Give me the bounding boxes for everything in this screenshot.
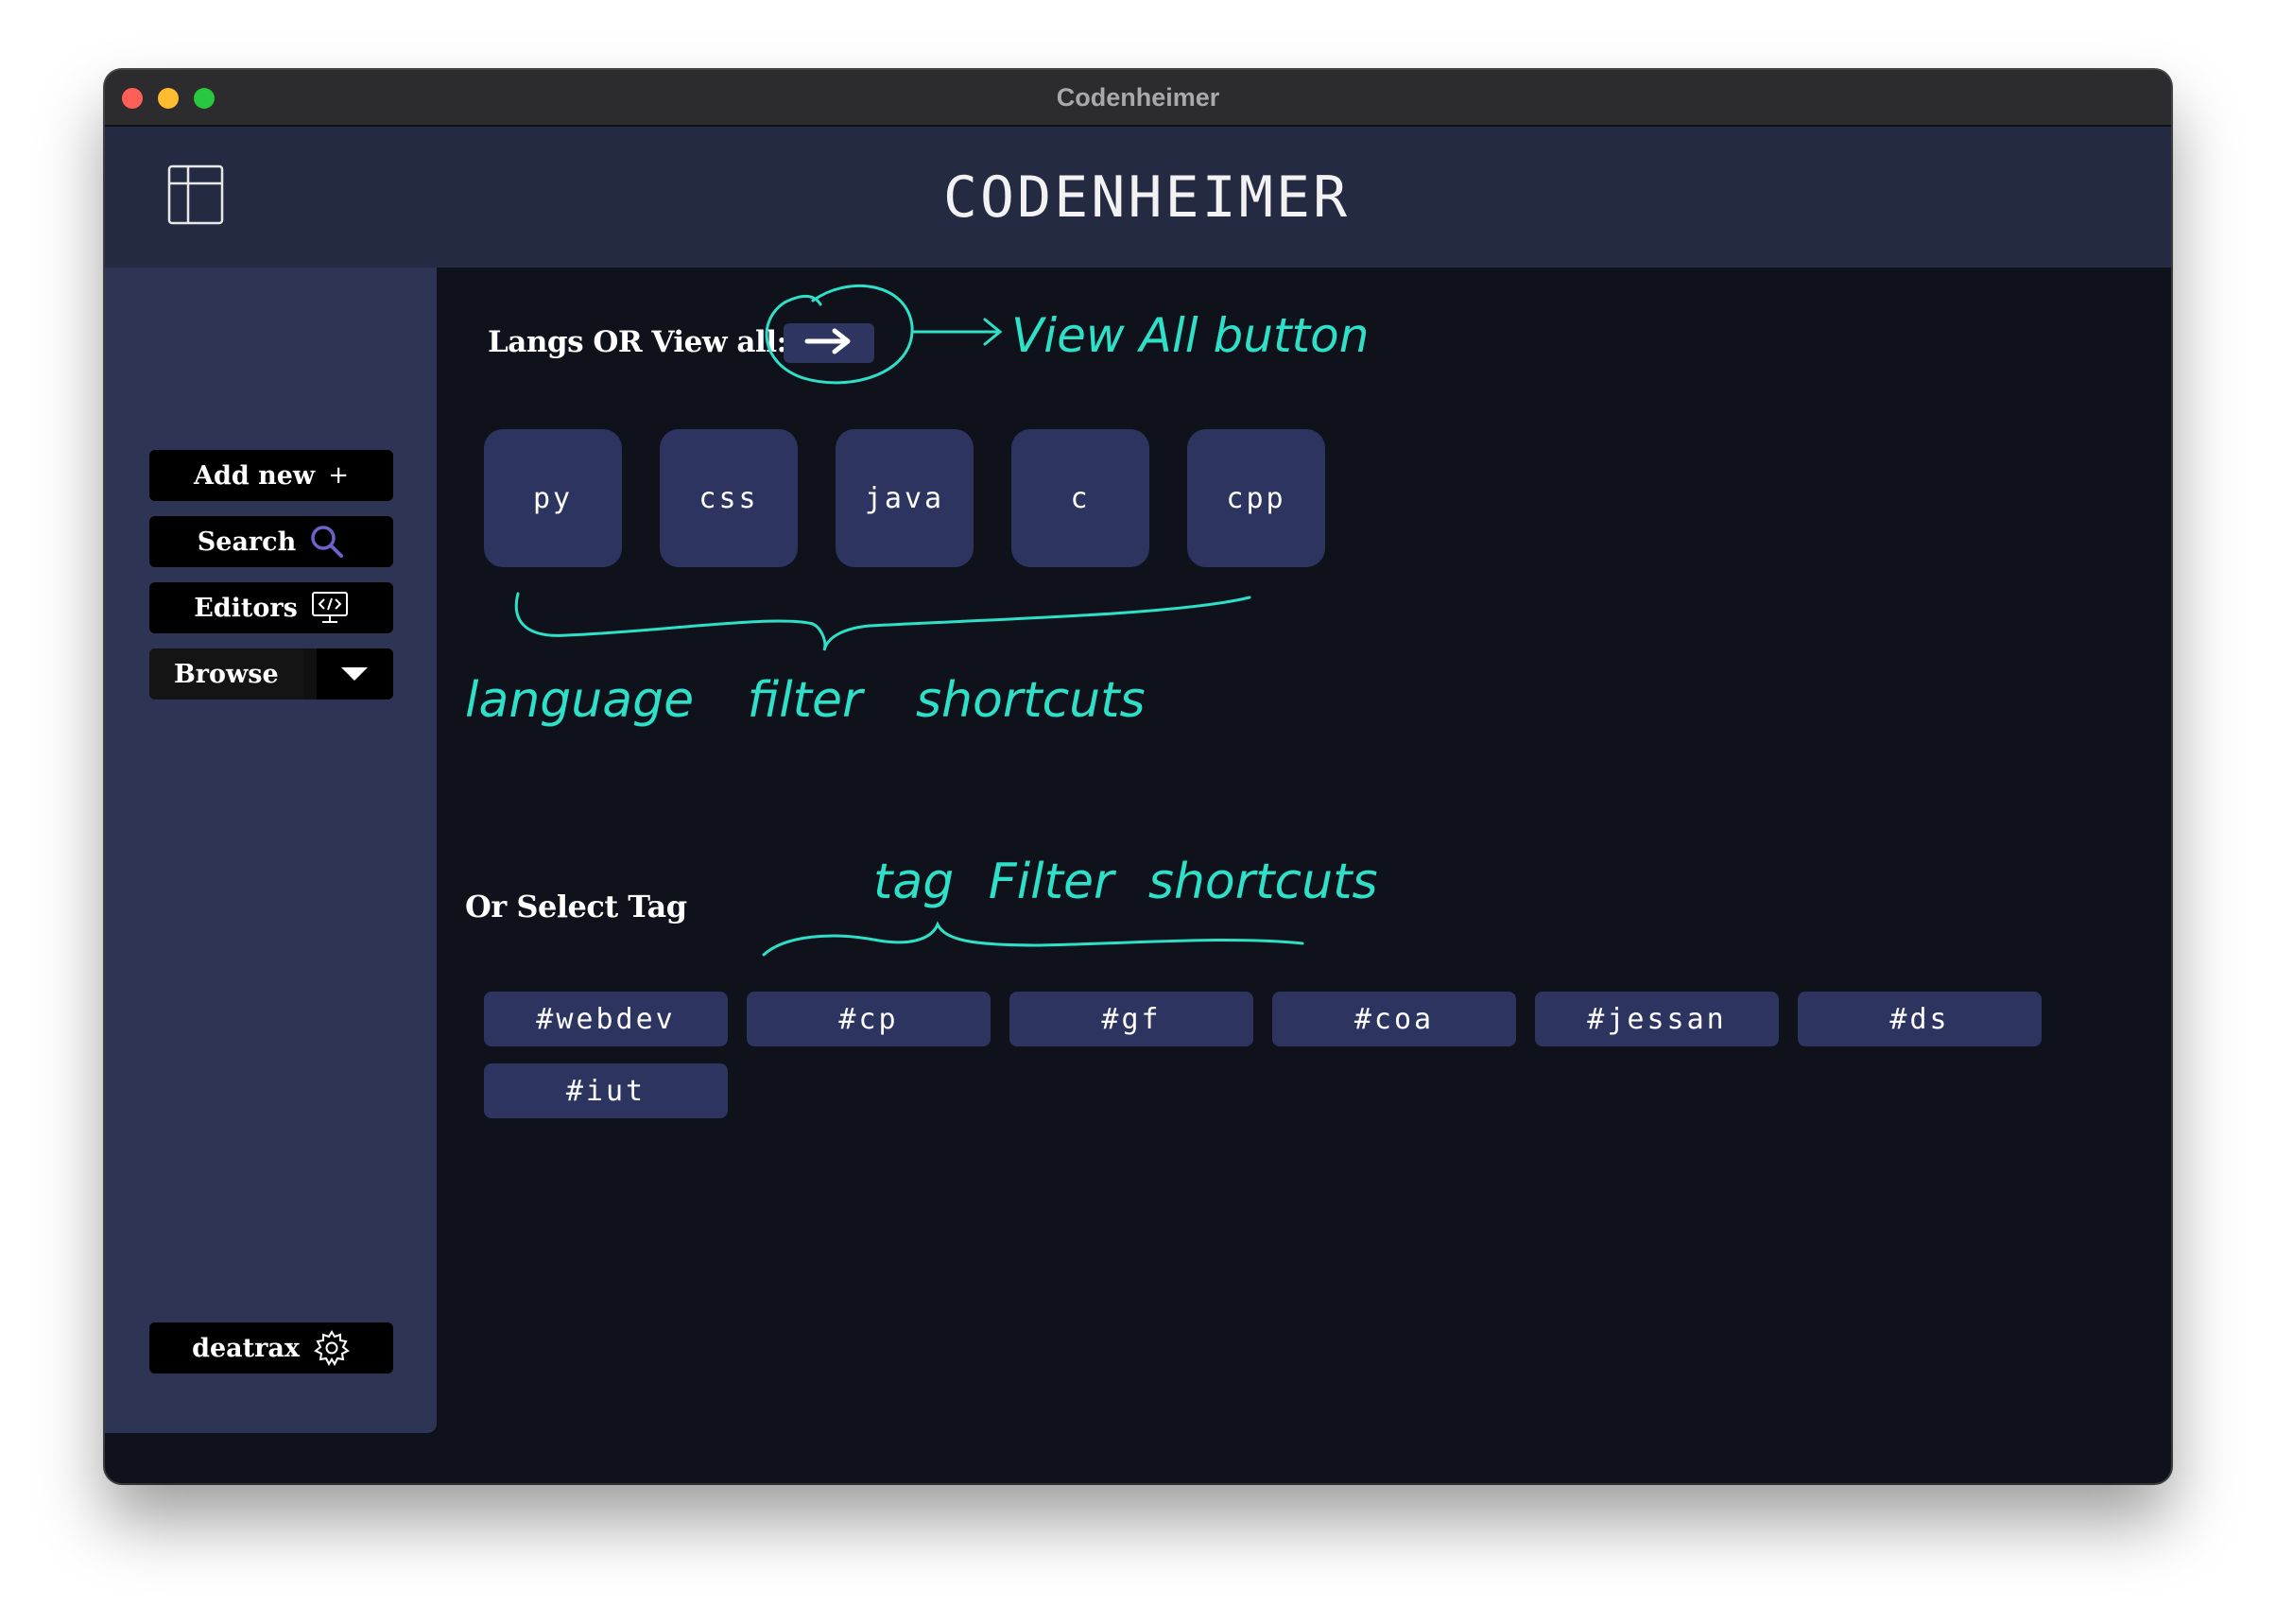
editors-label: Editors [194,593,298,623]
tag-chip-cp[interactable]: #cp [747,992,991,1046]
search-button[interactable]: Search [149,516,393,567]
language-tile-css[interactable]: css [660,429,798,567]
gear-icon [313,1329,351,1367]
editors-button[interactable]: Editors [149,582,393,633]
tag-chip-ds[interactable]: #ds [1798,992,2042,1046]
language-tile-c[interactable]: c [1011,429,1149,567]
sidebar: Add new + Search Editors Browse deatrax [105,268,437,1433]
browse-dropdown[interactable]: Browse [149,648,393,700]
add-new-label: Add new [194,460,316,491]
arrow-right-icon [804,327,854,359]
app-window: Codenheimer CODENHEIMER Add new + Search [105,70,2171,1483]
add-new-button[interactable]: Add new + [149,450,393,501]
language-tile-py[interactable]: py [484,429,622,567]
tags-label: Or Select Tag [465,889,687,924]
language-tile-java[interactable]: java [836,429,974,567]
app-header: CODENHEIMER [105,127,2171,268]
search-label: Search [197,527,297,557]
magnifier-icon [309,524,345,560]
window-title: Codenheimer [1056,83,1220,112]
tag-chip-iut[interactable]: #iut [484,1063,728,1118]
plus-icon: + [328,461,349,490]
tag-chip-webdev[interactable]: #webdev [484,992,728,1046]
tag-chip-gf[interactable]: #gf [1009,992,1253,1046]
tag-chip-jessan[interactable]: #jessan [1535,992,1779,1046]
username-label: deatrax [192,1333,300,1363]
tag-chip-coa[interactable]: #coa [1272,992,1516,1046]
app-title: CODENHEIMER [942,164,1351,231]
browse-label: Browse [149,648,303,700]
code-monitor-icon [311,591,349,625]
view-all-button[interactable] [784,323,874,363]
title-bar[interactable]: Codenheimer [105,70,2171,127]
language-tile-cpp[interactable]: cpp [1187,429,1325,567]
user-settings-button[interactable]: deatrax [149,1322,393,1373]
caret-down-icon[interactable] [316,648,393,700]
langs-label: Langs OR View all: [488,325,787,359]
